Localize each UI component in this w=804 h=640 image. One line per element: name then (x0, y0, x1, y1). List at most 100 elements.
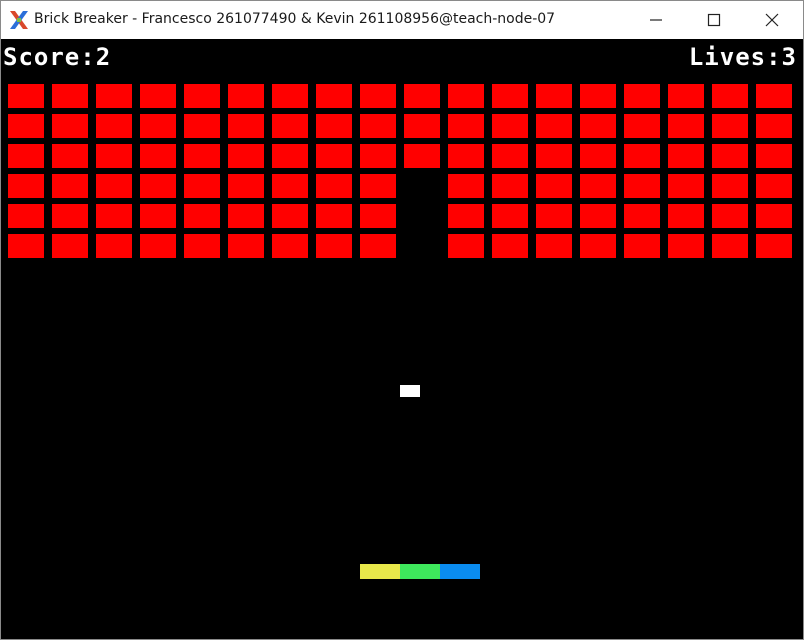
brick-grid (8, 84, 792, 258)
brick (536, 204, 572, 228)
brick (536, 144, 572, 168)
minimize-icon (650, 19, 662, 21)
brick (536, 174, 572, 198)
score-value: 2 (95, 43, 112, 71)
close-button[interactable] (743, 1, 801, 39)
brick (756, 234, 792, 258)
brick-slot-empty (404, 234, 440, 258)
brick (8, 84, 44, 108)
brick (580, 234, 616, 258)
maximize-button[interactable] (685, 1, 743, 39)
brick (52, 114, 88, 138)
brick (316, 144, 352, 168)
window-title: Brick Breaker - Francesco 261077490 & Ke… (34, 11, 556, 27)
brick (360, 174, 396, 198)
brick (272, 84, 308, 108)
brick (448, 84, 484, 108)
title-bar[interactable]: Brick Breaker - Francesco 261077490 & Ke… (1, 1, 803, 39)
brick (492, 174, 528, 198)
brick (756, 144, 792, 168)
brick (140, 114, 176, 138)
brick (536, 114, 572, 138)
brick (712, 114, 748, 138)
brick (404, 114, 440, 138)
brick (536, 234, 572, 258)
brick (316, 204, 352, 228)
brick (272, 234, 308, 258)
brick (272, 144, 308, 168)
brick (492, 204, 528, 228)
brick (668, 234, 704, 258)
brick (8, 234, 44, 258)
brick (492, 234, 528, 258)
brick (184, 204, 220, 228)
brick (184, 174, 220, 198)
brick (668, 114, 704, 138)
brick (536, 84, 572, 108)
brick (360, 234, 396, 258)
brick (668, 174, 704, 198)
lives-label: Lives: (688, 43, 782, 71)
brick (404, 84, 440, 108)
brick (52, 204, 88, 228)
brick (52, 144, 88, 168)
brick (140, 204, 176, 228)
brick (228, 114, 264, 138)
brick (580, 114, 616, 138)
brick (228, 234, 264, 258)
brick (492, 144, 528, 168)
brick (448, 204, 484, 228)
brick (580, 204, 616, 228)
brick (756, 114, 792, 138)
brick (624, 144, 660, 168)
brick (52, 234, 88, 258)
brick (492, 114, 528, 138)
paddle[interactable] (360, 564, 480, 579)
brick (360, 84, 396, 108)
brick (228, 174, 264, 198)
brick (228, 204, 264, 228)
brick (184, 84, 220, 108)
brick (8, 204, 44, 228)
brick (8, 174, 44, 198)
brick (96, 84, 132, 108)
brick (96, 234, 132, 258)
brick (712, 204, 748, 228)
brick (228, 84, 264, 108)
brick (580, 174, 616, 198)
game-window: Brick Breaker - Francesco 261077490 & Ke… (0, 0, 804, 640)
brick (272, 204, 308, 228)
brick (448, 144, 484, 168)
minimize-button[interactable] (627, 1, 685, 39)
brick (624, 204, 660, 228)
brick (52, 84, 88, 108)
brick (272, 114, 308, 138)
game-canvas[interactable]: Score:2 Lives:3 (1, 39, 803, 639)
brick (668, 144, 704, 168)
brick (272, 174, 308, 198)
brick (448, 174, 484, 198)
brick (96, 144, 132, 168)
brick (448, 234, 484, 258)
brick (624, 174, 660, 198)
brick (712, 144, 748, 168)
brick (492, 84, 528, 108)
brick (668, 84, 704, 108)
brick (624, 234, 660, 258)
brick (712, 174, 748, 198)
brick (184, 114, 220, 138)
lives-display: Lives:3 (689, 43, 797, 71)
brick (756, 84, 792, 108)
score-display: Score:2 (3, 43, 111, 71)
brick (8, 114, 44, 138)
brick (756, 204, 792, 228)
brick (316, 114, 352, 138)
brick (96, 114, 132, 138)
brick (756, 174, 792, 198)
brick (360, 204, 396, 228)
close-icon (765, 13, 779, 27)
brick (140, 84, 176, 108)
paddle-segment (360, 564, 400, 579)
brick (184, 234, 220, 258)
brick (624, 84, 660, 108)
